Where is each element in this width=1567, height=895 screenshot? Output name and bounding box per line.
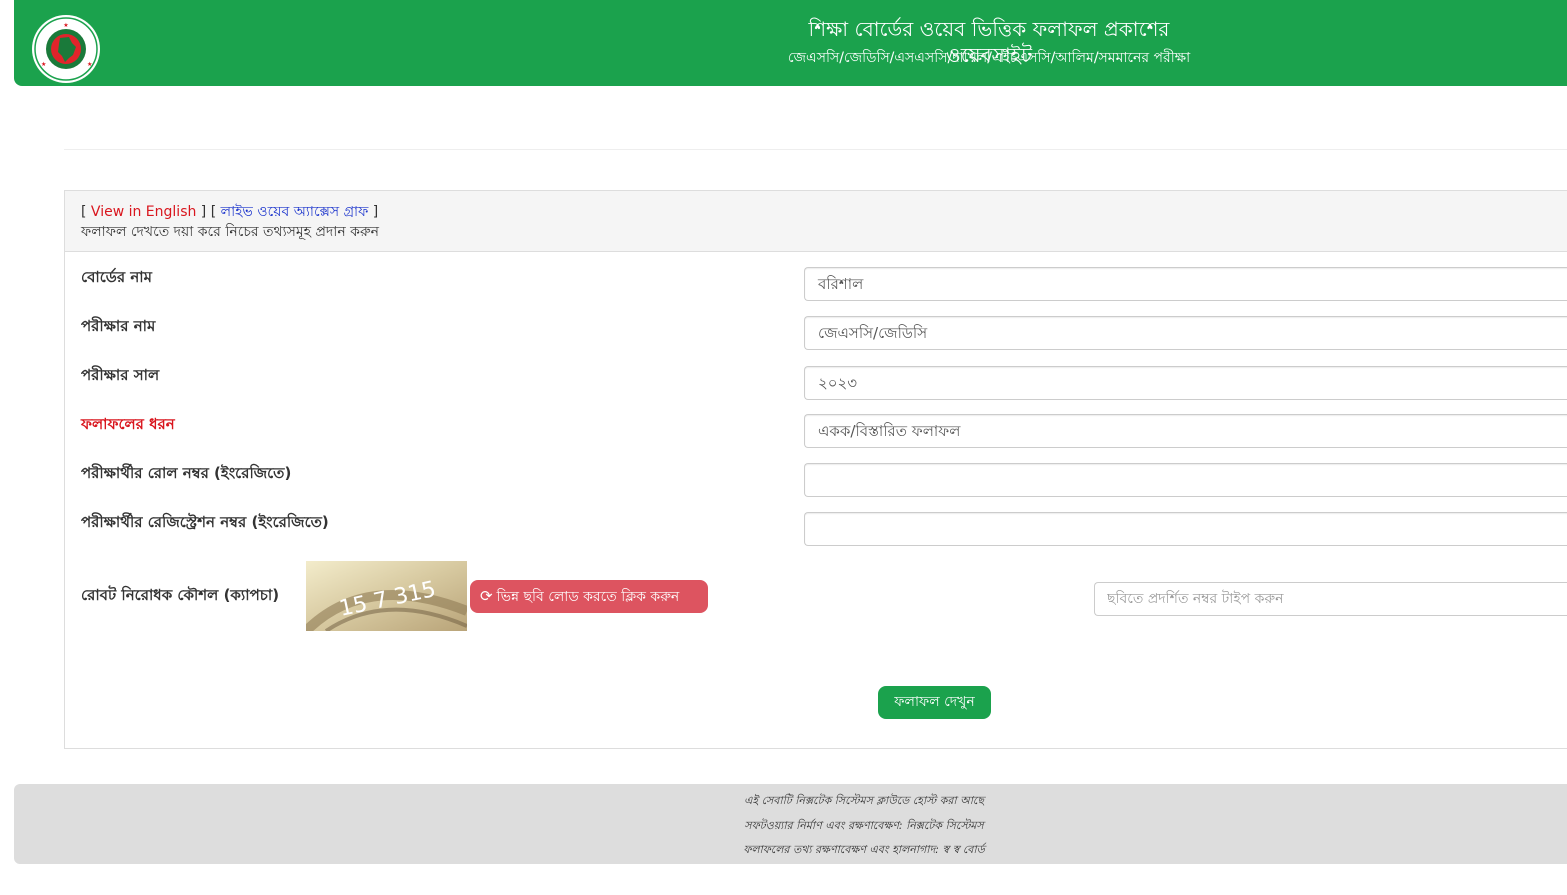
result-form-panel: [ View in English ] [ লাইভ ওয়েব অ্যাক্স…	[64, 190, 1567, 749]
bracket-text: ]	[368, 204, 379, 220]
result-type-selected-value: একক/বিস্তারিত ফলাফল	[818, 422, 961, 440]
captcha-label: রোবট নিরোধক কৌশল (ক্যাপচা)	[81, 586, 280, 604]
result-type-label: ফলাফলের ধরন	[81, 415, 175, 433]
year-label: পরীক্ষার সাল	[81, 366, 160, 384]
view-in-english-link[interactable]: View in English	[91, 204, 196, 220]
language-links: [ View in English ] [ লাইভ ওয়েব অ্যাক্স…	[81, 202, 378, 222]
site-subtitle: জেএসসি/জেডিসি/এসএসসি/দাখিল/এইচএসসি/আলিম/…	[787, 50, 1191, 66]
footer-hosting-text: এই সেবাটি নিক্সটেক সিস্টেমস ক্লাউডে হোস্…	[743, 794, 984, 807]
result-type-select[interactable]: একক/বিস্তারিত ফলাফল	[804, 414, 1567, 448]
refresh-icon: ⟳	[480, 587, 493, 605]
board-selected-value: বরিশাল	[818, 275, 864, 293]
board-label: বোর্ডের নাম	[81, 268, 152, 286]
captcha-image: 15 7 315	[306, 561, 467, 631]
government-seal-logo: ★ ★ ★	[29, 14, 103, 84]
footer-developer-text: সফটওয়্যার নির্মাণ এবং রক্ষণাবেক্ষণ: নিক…	[744, 819, 984, 832]
registration-label: পরীক্ষার্থীর রেজিস্ট্রেশন নম্বর (ইংরেজিত…	[81, 513, 329, 531]
svg-text:★: ★	[63, 22, 68, 29]
svg-text:★: ★	[41, 61, 46, 68]
captcha-input[interactable]	[1094, 582, 1567, 616]
exam-label: পরীক্ষার নাম	[81, 317, 156, 335]
site-footer: এই সেবাটি নিক্সটেক সিস্টেমস ক্লাউডে হোস্…	[14, 784, 1567, 864]
svg-text:★: ★	[87, 61, 92, 68]
year-selected-value: ২০২৩	[818, 374, 858, 392]
exam-selected-value: জেএসসি/জেডিসি	[818, 324, 928, 342]
bracket-text: [	[81, 204, 91, 220]
board-select[interactable]: বরিশাল	[804, 267, 1567, 301]
panel-heading: [ View in English ] [ লাইভ ওয়েব অ্যাক্স…	[65, 191, 1567, 252]
bracket-text: ] [	[196, 204, 221, 220]
footer-maintenance-text: ফলাফলের তথ্য রক্ষণাবেক্ষণ এবং হালনাগাদ: …	[743, 843, 985, 856]
form-instruction: ফলাফল দেখতে দয়া করে নিচের তথ্যসমূহ প্রদ…	[81, 224, 380, 240]
roll-label: পরীক্ষার্থীর রোল নম্বর (ইংরেজিতে)	[81, 464, 292, 482]
site-header: ★ ★ ★ শিক্ষা বোর্ডের ওয়েব ভিত্তিক ফলাফল…	[14, 0, 1567, 86]
roll-input[interactable]	[804, 463, 1567, 497]
live-access-graph-link[interactable]: লাইভ ওয়েব অ্যাক্সেস গ্রাফ	[221, 204, 369, 220]
view-result-button[interactable]: ফলাফল দেখুন	[878, 686, 991, 719]
year-select[interactable]: ২০২৩	[804, 366, 1567, 400]
reload-captcha-label: ভিন্ন ছবি লোড করতে ক্লিক করুন	[496, 589, 680, 605]
divider-line	[64, 149, 1567, 150]
exam-select[interactable]: জেএসসি/জেডিসি	[804, 316, 1567, 350]
registration-input[interactable]	[804, 512, 1567, 546]
reload-captcha-button[interactable]: ⟳ ভিন্ন ছবি লোড করতে ক্লিক করুন	[470, 580, 708, 613]
